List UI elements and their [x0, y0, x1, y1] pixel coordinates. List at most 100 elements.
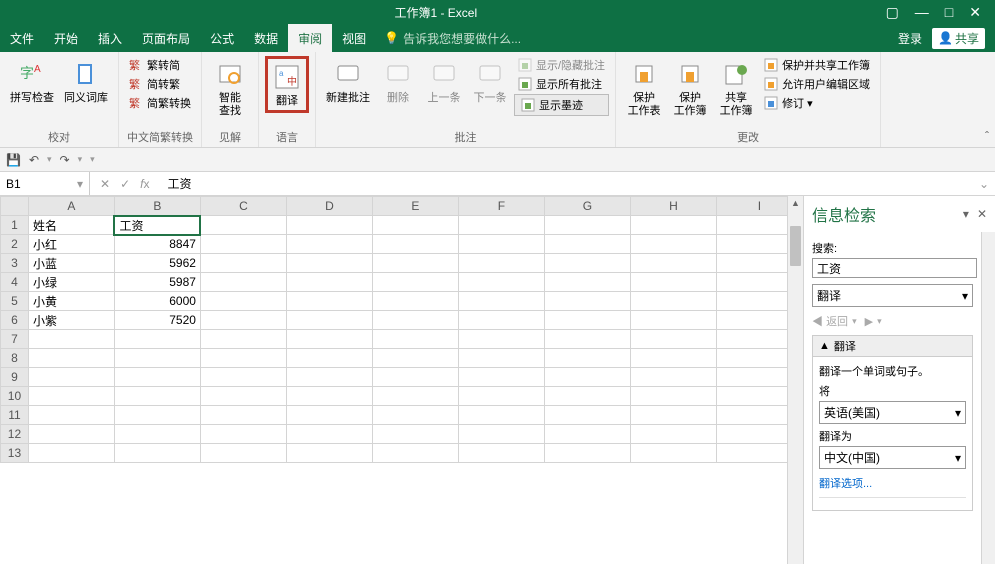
- cell[interactable]: [544, 235, 630, 254]
- minimize-button[interactable]: —: [915, 4, 929, 21]
- cell[interactable]: [200, 368, 286, 387]
- cell[interactable]: [372, 216, 458, 235]
- menu-tab-文件[interactable]: 文件: [0, 24, 44, 52]
- to-trad-button[interactable]: 繁简转繁: [125, 75, 195, 93]
- cell[interactable]: [544, 216, 630, 235]
- cell[interactable]: [458, 330, 544, 349]
- search-input[interactable]: [812, 258, 977, 278]
- cell[interactable]: [200, 311, 286, 330]
- cell[interactable]: [544, 349, 630, 368]
- column-header-H[interactable]: H: [630, 197, 716, 216]
- cell[interactable]: [372, 330, 458, 349]
- cell[interactable]: [630, 368, 716, 387]
- menu-tab-开始[interactable]: 开始: [44, 24, 88, 52]
- cell[interactable]: [114, 387, 200, 406]
- cell[interactable]: [372, 273, 458, 292]
- cell[interactable]: [200, 235, 286, 254]
- back-dropdown-icon[interactable]: ▾: [852, 316, 857, 327]
- cell[interactable]: [286, 444, 372, 463]
- cell[interactable]: [458, 273, 544, 292]
- row-header-12[interactable]: 12: [1, 425, 29, 444]
- cell[interactable]: 7520: [114, 311, 200, 330]
- row-header-3[interactable]: 3: [1, 254, 29, 273]
- cell[interactable]: [630, 311, 716, 330]
- cell[interactable]: [286, 330, 372, 349]
- cell[interactable]: [28, 425, 114, 444]
- allow-edit-ranges-button[interactable]: 允许用户编辑区域: [760, 75, 874, 93]
- service-select[interactable]: 翻译 ▾: [812, 284, 973, 307]
- column-header-D[interactable]: D: [286, 197, 372, 216]
- cell[interactable]: 小红: [28, 235, 114, 254]
- cell[interactable]: [200, 444, 286, 463]
- cell[interactable]: 小黄: [28, 292, 114, 311]
- cell[interactable]: [630, 235, 716, 254]
- cell[interactable]: [458, 425, 544, 444]
- cell[interactable]: [544, 273, 630, 292]
- cell[interactable]: [544, 254, 630, 273]
- undo-dropdown-icon[interactable]: ▾: [47, 154, 52, 165]
- cell[interactable]: [458, 254, 544, 273]
- cell[interactable]: [372, 235, 458, 254]
- cell[interactable]: [286, 311, 372, 330]
- expand-formula-bar-icon[interactable]: ⌄: [973, 177, 995, 191]
- tell-me[interactable]: 💡 告诉我您想要做什么...: [384, 30, 521, 47]
- grid[interactable]: ABCDEFGHI1姓名工资2小红88473小蓝59624小绿59875小黄60…: [0, 196, 803, 463]
- to-simp-button[interactable]: 繁繁转简: [125, 56, 195, 74]
- name-box[interactable]: ▾: [0, 172, 90, 195]
- cell[interactable]: [28, 330, 114, 349]
- cell[interactable]: [114, 368, 200, 387]
- back-button[interactable]: ◀ 返回: [812, 313, 848, 329]
- save-button[interactable]: 💾: [6, 153, 21, 167]
- qat-customize-icon[interactable]: ▾: [90, 154, 95, 165]
- cell[interactable]: [114, 444, 200, 463]
- undo-button[interactable]: ↶: [29, 153, 39, 167]
- cell[interactable]: [286, 387, 372, 406]
- cell[interactable]: 小蓝: [28, 254, 114, 273]
- formula-input[interactable]: [159, 177, 972, 191]
- translate-section-header[interactable]: ▲ 翻译: [812, 335, 973, 357]
- cell[interactable]: [372, 254, 458, 273]
- cell[interactable]: [286, 254, 372, 273]
- menu-tab-插入[interactable]: 插入: [88, 24, 132, 52]
- protect-sheet-button[interactable]: 保护工作表: [622, 56, 666, 120]
- cell[interactable]: [630, 406, 716, 425]
- column-header-C[interactable]: C: [200, 197, 286, 216]
- cell[interactable]: [458, 349, 544, 368]
- row-header-10[interactable]: 10: [1, 387, 29, 406]
- cell[interactable]: [372, 349, 458, 368]
- cell[interactable]: [286, 273, 372, 292]
- cell[interactable]: [200, 330, 286, 349]
- cell[interactable]: [200, 349, 286, 368]
- vertical-scrollbar[interactable]: ▲: [787, 196, 803, 564]
- close-button[interactable]: ✕: [969, 4, 981, 21]
- name-box-dropdown-icon[interactable]: ▾: [77, 177, 83, 191]
- cell[interactable]: [630, 292, 716, 311]
- scrollbar-thumb[interactable]: [790, 226, 801, 266]
- menu-tab-数据[interactable]: 数据: [244, 24, 288, 52]
- cell[interactable]: [544, 425, 630, 444]
- collapse-ribbon-icon[interactable]: ˆ: [985, 129, 989, 143]
- share-workbook-button[interactable]: 共享工作簿: [714, 56, 758, 120]
- cell[interactable]: [372, 406, 458, 425]
- row-header-9[interactable]: 9: [1, 368, 29, 387]
- cancel-icon[interactable]: ✕: [100, 177, 110, 191]
- cell[interactable]: 6000: [114, 292, 200, 311]
- cell[interactable]: [458, 235, 544, 254]
- new-comment-button[interactable]: 新建批注: [322, 56, 374, 107]
- cell[interactable]: 5987: [114, 273, 200, 292]
- cell[interactable]: [630, 425, 716, 444]
- ribbon-display-icon[interactable]: ▢: [886, 4, 899, 21]
- cell[interactable]: [200, 254, 286, 273]
- cell[interactable]: [544, 330, 630, 349]
- cell[interactable]: [200, 273, 286, 292]
- task-pane-close-icon[interactable]: ✕: [977, 207, 987, 221]
- cell[interactable]: 小紫: [28, 311, 114, 330]
- row-header-6[interactable]: 6: [1, 311, 29, 330]
- cell[interactable]: [200, 387, 286, 406]
- forward-button[interactable]: ▶: [865, 315, 873, 328]
- forward-dropdown-icon[interactable]: ▾: [877, 316, 882, 327]
- cell[interactable]: [114, 406, 200, 425]
- cell[interactable]: 小绿: [28, 273, 114, 292]
- menu-tab-页面布局[interactable]: 页面布局: [132, 24, 200, 52]
- login-link[interactable]: 登录: [898, 30, 922, 47]
